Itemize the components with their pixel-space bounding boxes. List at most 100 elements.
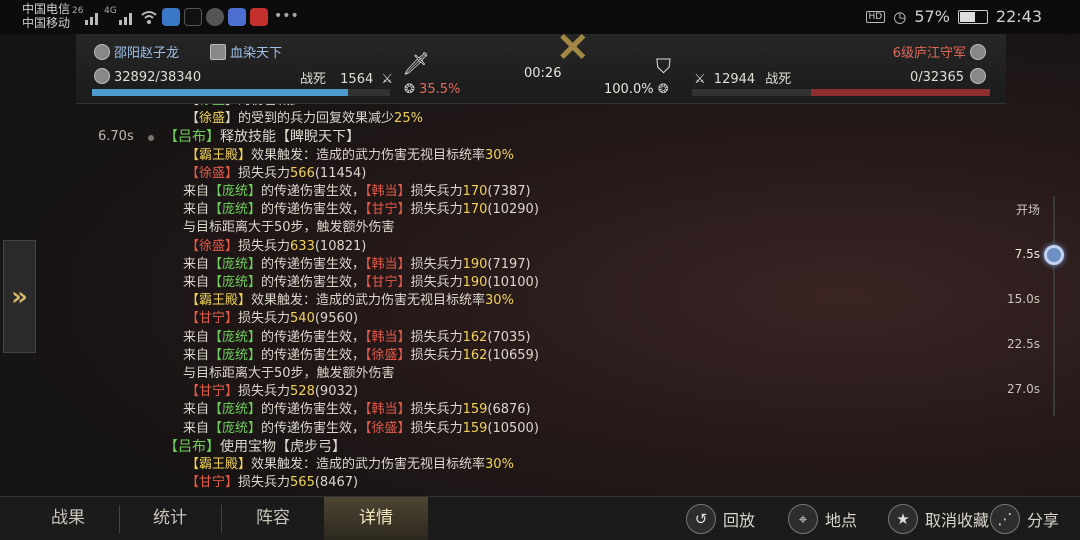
timeline-22-5s[interactable]: 22.5s <box>990 337 1040 351</box>
carrier-info: 中国电信 中国移动 <box>22 2 70 30</box>
log-line: 来自【庞统】的传递伤害生效，【韩当】损失兵力159(6876) <box>183 401 531 419</box>
log-fragment: 528 <box>290 384 315 400</box>
timeline-track[interactable] <box>1053 196 1055 416</box>
log-fragment: 【吕布】 <box>164 438 220 455</box>
log-line: 【霸王殿】效果触发：造成的武力伤害无视目标统率30% <box>186 456 514 474</box>
log-fragment: 【庞统】 <box>209 256 262 272</box>
log-fragment: (10100) <box>487 275 539 290</box>
log-fragment: 损失兵力 <box>410 184 463 199</box>
log-fragment: 效果触发：造成的武力伤害无视目标统率 <box>251 457 486 472</box>
wifi-icon <box>140 8 158 26</box>
clock: 22:43 <box>995 7 1042 26</box>
log-fragment: 30% <box>485 293 514 309</box>
log-dot <box>148 135 154 142</box>
replay-icon: ↺ <box>686 504 716 534</box>
tab-lineup[interactable]: 阵容 <box>221 497 325 540</box>
left-group-tag[interactable]: 血染天下 <box>210 42 282 61</box>
log-fragment: 【徐盛】 <box>186 238 239 254</box>
fire-icon: ❂ <box>657 82 669 97</box>
log-fragment: 170 <box>462 184 488 199</box>
right-percent-value: 100.0% <box>604 82 654 97</box>
log-fragment: (9032) <box>314 384 359 400</box>
timeline-15s[interactable]: 15.0s <box>990 292 1040 306</box>
log-fragment: 】的伤害减少 <box>225 104 303 108</box>
music-icon <box>228 8 246 26</box>
log-fragment: 190 <box>462 256 488 272</box>
log-fragment: 170 <box>462 202 488 218</box>
tab-result[interactable]: 战果 <box>16 497 120 540</box>
right-dead-label: 战死 <box>765 72 792 87</box>
right-player-tag[interactable]: 6级庐江守军 <box>893 42 990 61</box>
left-group-name: 血染天下 <box>230 46 283 61</box>
left-troops-value: 32892/38340 <box>114 70 202 85</box>
log-fragment: 【甘宁】 <box>365 275 411 290</box>
log-fragment: 【韩当】 <box>365 329 411 345</box>
log-line: 【徐盛】损失兵力633(10821) <box>186 238 366 256</box>
share-button[interactable]: ⋰ 分享 <box>990 501 1059 537</box>
carrier-2: 中国移动 <box>22 16 71 30</box>
status-right: HD ◷ 57% 22:43 <box>865 7 1042 26</box>
log-fragment: 徐盛 <box>199 104 225 108</box>
timeline-27s[interactable]: 27.0s <box>990 382 1040 396</box>
unfavorite-button[interactable]: ★ 取消收藏 <box>888 501 989 537</box>
weibo-icon <box>250 8 268 26</box>
log-fragment: (10659) <box>487 347 539 363</box>
log-fragment: 的传递伤害生效， <box>261 275 366 290</box>
log-fragment: 【徐盛】 <box>186 165 239 181</box>
log-line: 【甘宁】损失兵力528(9032) <box>186 383 358 401</box>
log-fragment: 【庞统】 <box>209 420 262 436</box>
timeline-start[interactable]: 开场 <box>990 201 1040 218</box>
avatar-icon <box>94 44 110 60</box>
log-fragment: (10500) <box>487 420 539 436</box>
log-line: 来自【庞统】的传递伤害生效，【徐盛】损失兵力159(10500) <box>183 420 539 438</box>
log-fragment: 【霸王殿】 <box>186 293 252 309</box>
log-line: 【甘宁】损失兵力540(9560) <box>186 310 358 328</box>
log-fragment: 【韩当】 <box>365 256 411 272</box>
log-line: 【吕布】释放技能【睥睨天下】 <box>164 128 360 146</box>
signal-1-label: 26 <box>72 6 84 16</box>
log-fragment: 损失兵力 <box>410 275 463 290</box>
log-fragment: 来自 <box>183 275 210 290</box>
battle-header: ✕ 邵阳赵子龙 血染天下 6级庐江守军 32892/38340 战死 1564 … <box>76 24 1006 104</box>
log-line: 【徐盛】损失兵力566(11454) <box>186 165 366 183</box>
log-fragment: (7035) <box>487 329 531 345</box>
log-fragment: 【徐盛】 <box>365 347 411 363</box>
sword-icon: 🗡 <box>402 52 430 77</box>
left-percent-value: 35.5% <box>419 82 461 97</box>
log-fragment: 的传递伤害生效， <box>261 202 366 218</box>
signal-2-label: 4G <box>104 6 117 16</box>
star-icon: ★ <box>888 504 918 534</box>
crossed-swords-icon: ⚔ <box>381 72 394 87</box>
log-fragment: 的传递伤害生效， <box>261 184 366 199</box>
bottom-bar: 战果 统计 阵容 详情 ↺ 回放 ⌖ 地点 ★ 取消收藏 ⋰ 分享 <box>0 496 1080 540</box>
log-fragment: 的传递伤害生效， <box>261 347 366 363</box>
tiktok-icon <box>184 8 202 26</box>
log-fragment: (10290) <box>487 202 539 218</box>
left-player-tag[interactable]: 邵阳赵子龙 <box>94 42 179 61</box>
tab-stats[interactable]: 统计 <box>118 497 222 540</box>
tab-details[interactable]: 详情 <box>324 497 428 540</box>
log-line: 来自【庞统】的传递伤害生效，【韩当】损失兵力170(7387) <box>183 183 531 201</box>
log-line: 【吕布】使用宝物【虎步弓】 <box>164 438 346 456</box>
log-fragment: 释放技能【睥睨天下】 <box>220 129 360 146</box>
timeline-7-5s[interactable]: 7.5s <box>990 247 1040 261</box>
log-fragment: (10821) <box>314 238 367 254</box>
log-line: 来自【庞统】的传递伤害生效，【韩当】损失兵力162(7035) <box>183 329 531 347</box>
log-fragment: 的传递伤害生效， <box>261 420 366 436</box>
replay-button[interactable]: ↺ 回放 <box>686 501 755 537</box>
log-fragment: 效果触发：造成的武力伤害无视目标统率 <box>251 293 486 309</box>
log-fragment: 来自 <box>183 402 210 418</box>
log-fragment: 159 <box>462 420 488 436</box>
log-line: 来自【庞统】的传递伤害生效，【韩当】损失兵力190(7197) <box>183 256 531 274</box>
combat-log[interactable]: 【徐盛】的伤害减少10%【徐盛】的受到的兵力回复效果减少25%6.70s【吕布】… <box>0 104 540 496</box>
location-button[interactable]: ⌖ 地点 <box>788 501 857 537</box>
log-fragment: 的传递伤害生效， <box>261 329 366 345</box>
log-fragment: 来自 <box>183 329 210 345</box>
fire-icon: ❂ <box>404 82 415 97</box>
log-line: 【霸王殿】效果触发：造成的武力伤害无视目标统率30% <box>186 147 514 165</box>
timeline-knob[interactable] <box>1044 245 1064 265</box>
log-fragment: 损失兵力 <box>410 402 463 418</box>
log-fragment: 来自 <box>183 184 210 199</box>
right-dead: ⚔ 12944 战死 <box>694 68 791 87</box>
status-bar: 中国电信 中国移动 26 4G ••• HD ◷ 57% 22:43 <box>0 0 1080 34</box>
